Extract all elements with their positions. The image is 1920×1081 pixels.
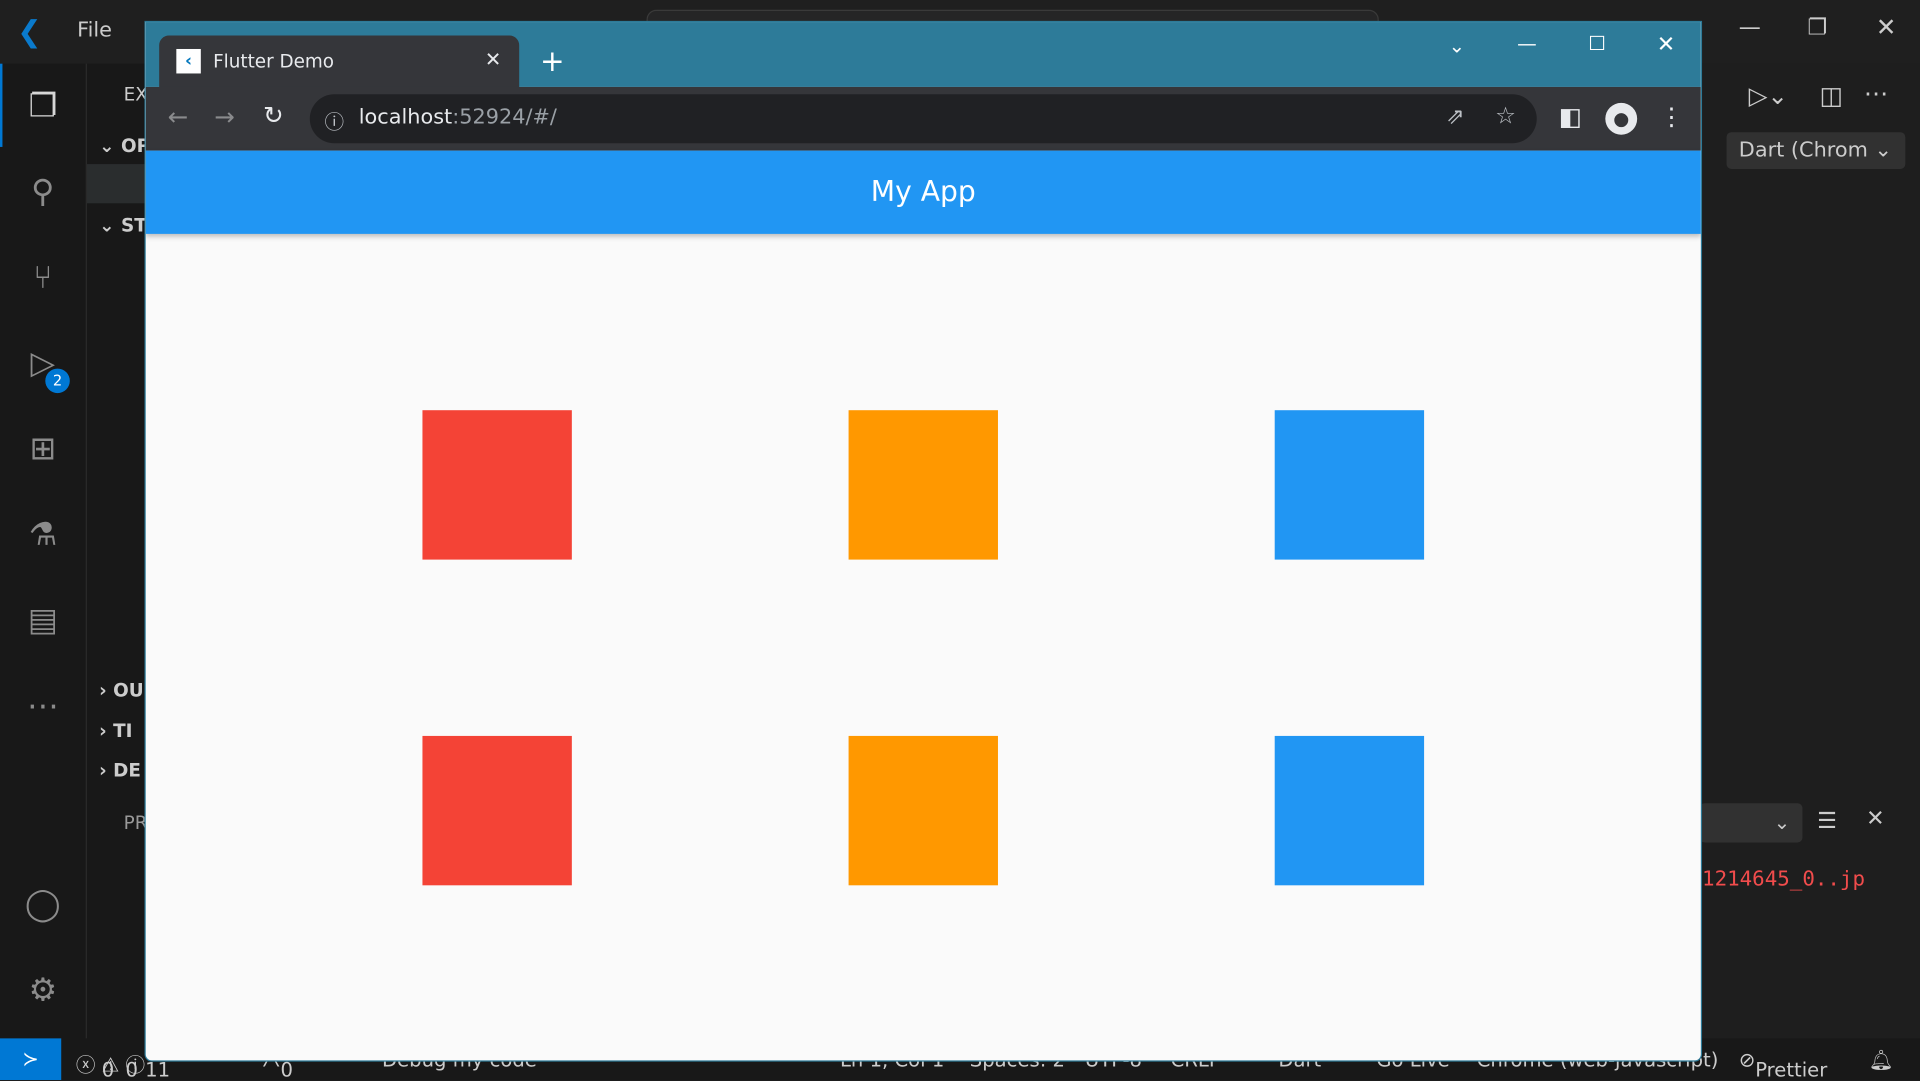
section-label: DE	[113, 759, 141, 782]
address-bar[interactable]: ⓘ localhost:52924/#/ ⇗ ☆	[309, 94, 1537, 144]
browser-maximize-icon[interactable]: ☐	[1588, 32, 1606, 55]
section-label: OU	[113, 679, 144, 702]
new-tab-icon[interactable]: +	[540, 44, 565, 78]
minimize-icon[interactable]: —	[1739, 15, 1761, 41]
testing-icon[interactable]: ⚗	[17, 509, 68, 560]
remote-icon[interactable]: ≻	[0, 1038, 62, 1081]
forward-icon[interactable]: →	[214, 102, 235, 131]
share-icon[interactable]: ⇗	[1446, 104, 1464, 130]
section-label: TI	[113, 720, 133, 743]
chrome-window: ‹ Flutter Demo ✕ + ⌄ — ☐ ✕ ← → ↻ ⓘ local…	[144, 20, 1703, 1062]
menu-file[interactable]: File	[77, 18, 112, 42]
activity-bar: ❐ ⚲ ⑂ ▷ 2 ⊞ ⚗ ▤ ⋯ ◯ ⚙	[0, 63, 86, 1039]
chrome-menu-icon[interactable]: ⋮	[1659, 102, 1683, 131]
tab-strip: ‹ Flutter Demo ✕ + ⌄ — ☐ ✕	[145, 22, 1701, 87]
output-text: 1214645_0..jp	[1702, 866, 1865, 892]
url-text: localhost:52924/#/	[358, 105, 557, 130]
tab-search-icon[interactable]: ⌄	[1449, 34, 1465, 57]
tab-title: Flutter Demo	[213, 50, 335, 73]
blue-square	[1274, 410, 1425, 560]
editor-right-area: ▷⌄ ◫ ⋯ Dart (Chrom ⌄ ⌄ ☰ ✕ 1214645_0..jp	[1699, 63, 1920, 1039]
reload-icon[interactable]: ↻	[263, 100, 284, 129]
profile-avatar-icon[interactable]: ●	[1605, 102, 1638, 135]
section-structure[interactable]: ⌄ ST	[99, 214, 147, 236]
more-icon[interactable]: ⋯	[17, 681, 68, 732]
section-label: ST	[120, 214, 147, 237]
tab-flutter-demo[interactable]: ‹ Flutter Demo ✕	[159, 35, 520, 87]
red-square	[422, 735, 572, 886]
red-square	[422, 410, 572, 560]
side-panel-icon[interactable]: ◧	[1559, 102, 1582, 131]
section-open-editors[interactable]: ⌄ OP	[99, 135, 150, 157]
back-icon[interactable]: ←	[168, 102, 189, 131]
status-prettier[interactable]: ⊘ Prettier	[1739, 1048, 1827, 1081]
run-icon[interactable]: ▷⌄	[1749, 81, 1788, 110]
desktop: ❮ File — ❐ ✕ ❐ ⚲ ⑂ ▷ 2 ⊞ ⚗ ▤ ⋯ ◯ ⚙ EX ⌄ …	[0, 0, 1920, 1081]
clear-output-icon[interactable]: ☰	[1817, 808, 1837, 834]
account-icon[interactable]: ◯	[17, 879, 68, 930]
explorer-icon[interactable]: ❐	[17, 81, 68, 132]
search-icon[interactable]: ⚲	[17, 167, 68, 218]
run-config-label: Dart (Chrom	[1738, 138, 1868, 163]
flutter-favicon-icon: ‹	[176, 48, 201, 74]
settings-gear-icon[interactable]: ⚙	[17, 965, 68, 1016]
section-timeline[interactable]: › TI	[99, 720, 132, 742]
close-panel-icon[interactable]: ✕	[1866, 806, 1884, 832]
blue-square	[1274, 735, 1425, 886]
bookmark-star-icon[interactable]: ☆	[1495, 103, 1516, 130]
extensions-icon[interactable]: ⊞	[17, 424, 68, 475]
browser-close-icon[interactable]: ✕	[1657, 32, 1675, 58]
source-control-icon[interactable]: ⑂	[17, 252, 68, 303]
browser-toolbar: ← → ↻ ⓘ localhost:52924/#/ ⇗ ☆ ◧ ● ⋮	[145, 86, 1701, 151]
site-info-icon[interactable]: ⓘ	[324, 105, 344, 134]
browser-minimize-icon[interactable]: —	[1517, 32, 1537, 55]
split-editor-icon[interactable]: ◫	[1820, 81, 1843, 110]
restore-icon[interactable]: ❐	[1807, 15, 1827, 41]
section-outline[interactable]: › OU	[99, 680, 144, 702]
output-channel-select[interactable]: ⌄	[1699, 803, 1803, 843]
orange-square	[848, 410, 998, 560]
status-problems[interactable]: ⓧ 0 ⚠ 0 ⓘ 11	[76, 1048, 170, 1081]
close-window-icon[interactable]: ✕	[1876, 12, 1897, 41]
tab-close-icon[interactable]: ✕	[485, 48, 501, 71]
more-actions-icon[interactable]: ⋯	[1864, 78, 1888, 107]
vscode-logo-icon: ❮	[17, 14, 42, 49]
section-dependencies[interactable]: › DE	[99, 759, 141, 781]
notebook-icon[interactable]: ▤	[17, 595, 68, 646]
app-bar: My App	[145, 150, 1701, 234]
debug-badge: 2	[45, 368, 70, 394]
orange-square	[848, 735, 998, 886]
run-config-select[interactable]: Dart (Chrom ⌄	[1726, 132, 1906, 169]
notifications-bell-icon[interactable]: 🔔︎	[1869, 1048, 1894, 1071]
